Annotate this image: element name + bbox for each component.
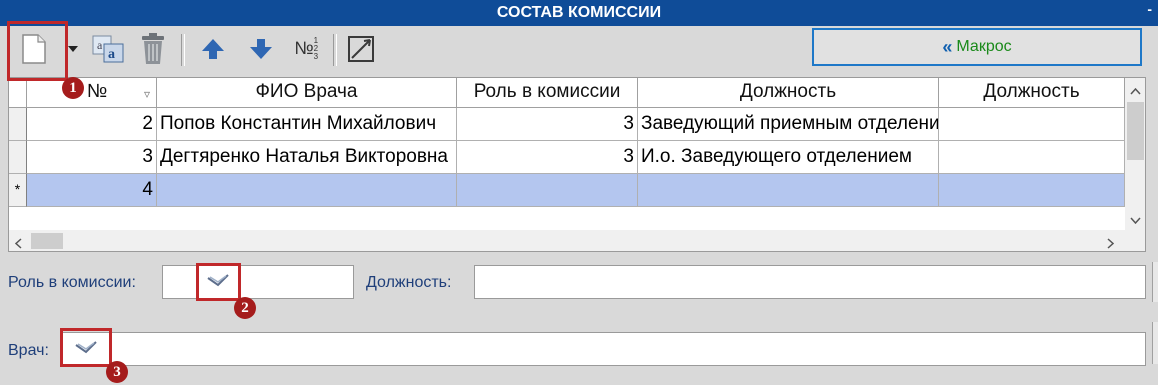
cell-number[interactable]: 2 [27, 108, 157, 141]
cell-position-2[interactable] [939, 108, 1125, 141]
vertical-scrollbar[interactable] [1125, 78, 1145, 230]
scroll-right-icon[interactable] [1107, 236, 1115, 251]
column-header-number[interactable]: № ▿ [27, 78, 157, 108]
doctor-field[interactable] [60, 332, 1146, 366]
column-header-position-2[interactable]: Должность [939, 78, 1125, 108]
cell-fio[interactable]: Дегтяренко Наталья Викторовна [157, 141, 457, 174]
row-selector[interactable] [9, 108, 27, 141]
cell-role[interactable] [457, 174, 638, 207]
arrow-down-icon [249, 38, 273, 60]
callout-box-1 [7, 21, 68, 81]
row-header-corner [9, 78, 27, 108]
window-title-bar: СОСТАВ КОМИССИИ - [0, 0, 1158, 26]
window-minimize[interactable]: - [1147, 0, 1152, 22]
scroll-up-icon[interactable] [1130, 82, 1141, 100]
resize-columns-button[interactable] [342, 32, 380, 66]
sort-filter-icon: ▿ [143, 87, 150, 101]
scroll-left-icon[interactable] [14, 236, 22, 251]
callout-box-2 [196, 263, 241, 301]
callout-box-3 [60, 328, 112, 367]
cell-role[interactable]: 3 [457, 141, 638, 174]
cell-fio[interactable] [157, 174, 457, 207]
column-header-role[interactable]: Роль в комиссии [457, 78, 638, 108]
svg-text:a: a [108, 47, 115, 62]
scroll-corner [1125, 230, 1145, 251]
double-chevron-left-icon: « [942, 36, 952, 57]
copy-record-button[interactable]: aa [88, 32, 128, 66]
callout-marker-2: 2 [234, 297, 256, 319]
commission-members-grid: № ▿ ФИО Врача Роль в комиссии Должность … [8, 77, 1146, 252]
role-label: Роль в комиссии: [8, 274, 136, 291]
move-up-button[interactable] [196, 32, 230, 66]
arrow-up-icon [201, 38, 225, 60]
row-selector-new[interactable]: * [9, 174, 27, 207]
copy-text-icon: aa [91, 34, 125, 64]
numbering-icon: №1 2 3 [294, 36, 319, 61]
horizontal-scroll-thumb[interactable] [31, 233, 63, 249]
toolbar-separator [333, 34, 337, 66]
dropdown-arrow-icon [68, 46, 78, 52]
position-label: Должность: [366, 274, 452, 291]
cell-role[interactable]: 3 [457, 108, 638, 141]
cell-fio[interactable]: Попов Константин Михайлович [157, 108, 457, 141]
cell-number[interactable]: 3 [27, 141, 157, 174]
resize-frame-icon [346, 34, 376, 64]
right-edge-panel [1152, 322, 1158, 364]
svg-text:a: a [97, 38, 103, 52]
horizontal-scrollbar[interactable] [9, 230, 1125, 251]
cell-position-2[interactable] [939, 141, 1125, 174]
doctor-label: Врач: [8, 342, 49, 359]
move-down-button[interactable] [244, 32, 278, 66]
cell-position[interactable]: И.о. Заведующего отделением [638, 141, 939, 174]
cell-position[interactable]: Заведующий приемным отделением [638, 108, 939, 141]
macro-label: Макрос [956, 38, 1012, 55]
position-field[interactable] [474, 265, 1146, 299]
column-header-fio[interactable]: ФИО Врача [157, 78, 457, 108]
delete-record-button[interactable] [136, 32, 170, 66]
macro-button[interactable]: « Макрос [812, 28, 1142, 66]
window-title: СОСТАВ КОМИССИИ [496, 4, 662, 21]
cell-position[interactable] [638, 174, 939, 207]
toolbar-separator [181, 34, 185, 66]
cell-position-2[interactable] [939, 174, 1125, 207]
cell-number[interactable]: 4 [27, 174, 157, 207]
vertical-scroll-thumb[interactable] [1127, 102, 1144, 160]
scroll-down-icon[interactable] [1130, 211, 1141, 229]
renumber-button[interactable]: №1 2 3 [288, 32, 328, 66]
trash-icon [140, 33, 166, 65]
right-edge-panel [1152, 262, 1158, 302]
callout-marker-3: 3 [106, 361, 128, 383]
role-field[interactable] [162, 265, 354, 299]
column-header-position[interactable]: Должность [638, 78, 939, 108]
callout-marker-1: 1 [62, 77, 84, 99]
row-selector[interactable] [9, 141, 27, 174]
